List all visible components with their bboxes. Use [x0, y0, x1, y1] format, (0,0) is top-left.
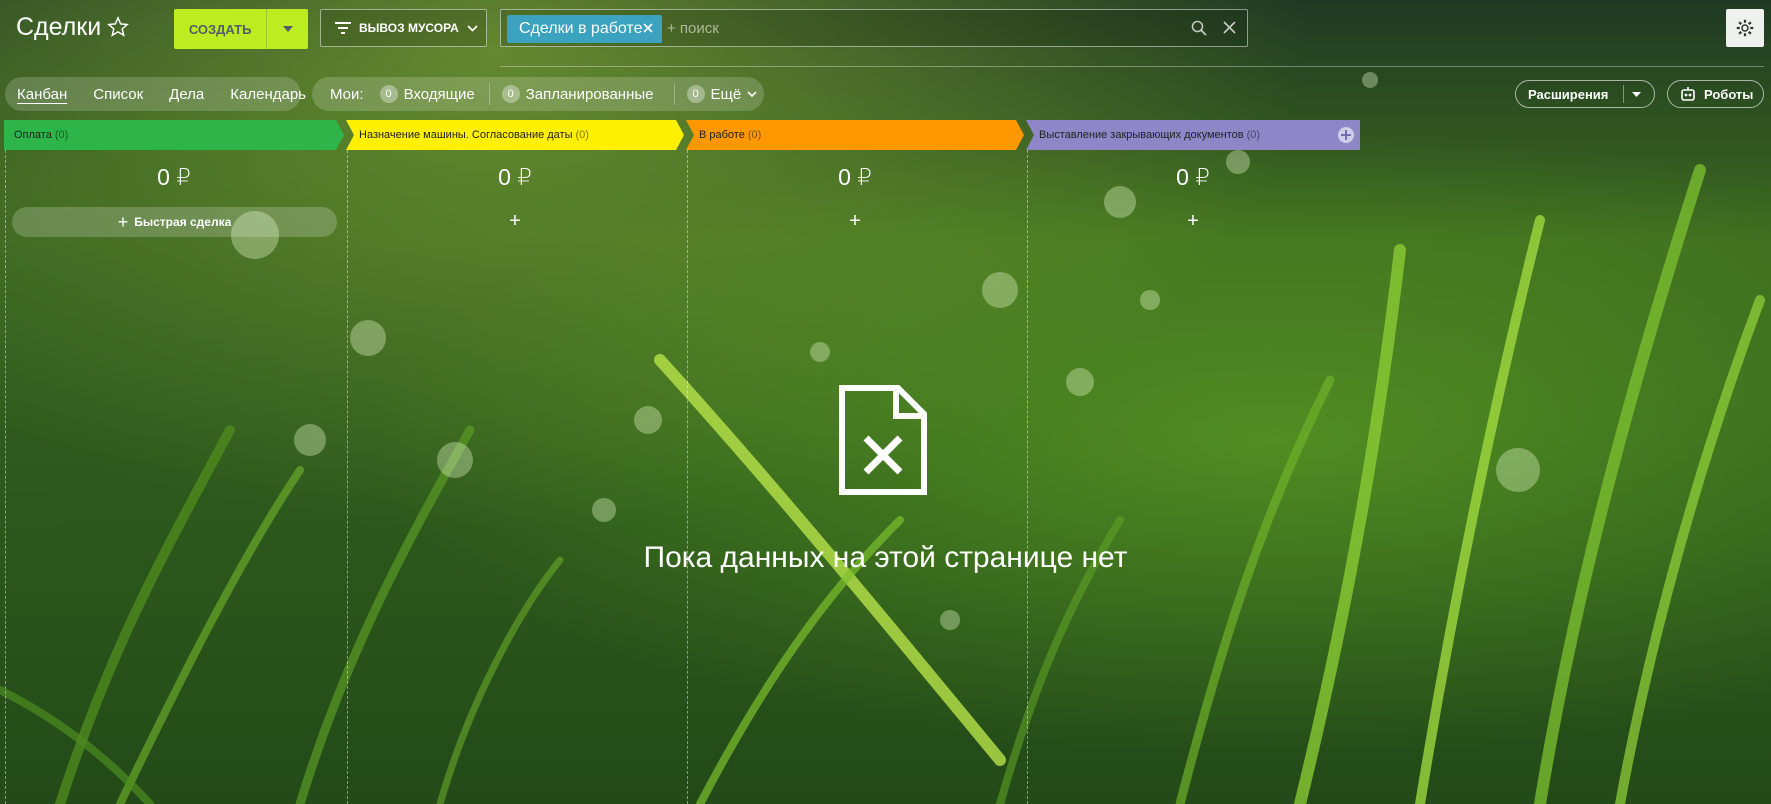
counter-incoming[interactable]: 0 Входящие [379, 85, 475, 103]
stage-sum: 0 ₽ [838, 164, 872, 190]
column-divider [1027, 150, 1028, 804]
stage-name: Оплата [14, 129, 52, 141]
counter-badge: 0 [379, 85, 398, 103]
counter-more[interactable]: 0 Ещё [686, 85, 758, 103]
chevron-down-icon [747, 91, 757, 97]
stage-header[interactable]: Назначение машины. Согласование даты (0) [346, 120, 684, 150]
category-filter-button[interactable]: ВЫВОЗ МУСОРА [320, 9, 487, 47]
kanban-column-payment: Оплата (0) 0 ₽ + Быстрая сделка [4, 120, 344, 804]
divider [488, 83, 490, 105]
stage-name: В работе [699, 129, 745, 141]
filter-preset-chip[interactable]: Сделки в работе [507, 15, 662, 43]
search-bar[interactable]: Сделки в работе + поиск [500, 9, 1248, 47]
add-deal-plus[interactable]: + [346, 210, 684, 233]
stage-count: (0) [575, 129, 589, 141]
add-stage-icon[interactable] [1337, 126, 1355, 144]
stage-sum: 0 ₽ [1176, 164, 1210, 190]
my-counters-label: Мои: [330, 85, 364, 103]
robots-label: Роботы [1704, 86, 1754, 102]
stage-count: (0) [1246, 129, 1261, 141]
view-tab-activities[interactable]: Дела [169, 86, 204, 103]
quick-deal-button[interactable]: + Быстрая сделка [12, 207, 337, 237]
stage-header[interactable]: Выставление закрывающих документов (0) [1026, 120, 1360, 150]
view-tab-list[interactable]: Список [93, 86, 143, 103]
view-tab-calendar[interactable]: Календарь [230, 86, 306, 103]
settings-button[interactable] [1726, 9, 1764, 47]
robot-icon [1681, 87, 1695, 101]
clear-search-icon[interactable] [1222, 20, 1237, 35]
counter-label: Входящие [403, 85, 475, 103]
extensions-button[interactable]: Расширения [1515, 80, 1655, 108]
kanban-column-closing-documents: Выставление закрывающих документов (0) 0… [1026, 120, 1360, 804]
remove-preset-icon[interactable] [642, 22, 654, 34]
extensions-label: Расширения [1528, 86, 1609, 102]
create-button-label: СОЗДАТЬ [188, 21, 252, 37]
category-filter-label: ВЫВОЗ МУСОРА [359, 21, 459, 35]
file-delete-icon [839, 385, 927, 495]
stage-header[interactable]: В работе (0) [686, 120, 1024, 150]
stage-sum: 0 ₽ [157, 164, 191, 190]
stage-count: (0) [54, 129, 69, 141]
chevron-down-icon [467, 24, 478, 32]
search-icon[interactable] [1191, 20, 1207, 36]
empty-state-text: Пока данных на этой странице нет [643, 541, 1128, 574]
quick-deal-label: Быстрая сделка [134, 215, 232, 229]
counter-label: Запланированные [525, 85, 654, 103]
create-button[interactable]: СОЗДАТЬ [174, 9, 308, 49]
stage-header[interactable]: Оплата (0) [4, 120, 344, 150]
add-deal-plus[interactable]: + [1026, 210, 1360, 233]
counter-planned[interactable]: 0 Запланированные [501, 85, 654, 103]
stage-name: Выставление закрывающих документов [1039, 129, 1244, 141]
robots-button[interactable]: Роботы [1667, 80, 1764, 108]
header-divider [500, 66, 1764, 67]
counter-label: Ещё [710, 85, 742, 103]
view-switcher: Канбан Список Дела Календарь [5, 77, 306, 111]
search-placeholder[interactable]: + поиск [667, 20, 719, 37]
stage-sum: 0 ₽ [498, 164, 532, 190]
divider [673, 83, 675, 105]
stage-name: Назначение машины. Согласование даты [359, 129, 573, 141]
extensions-dropdown-toggle[interactable] [1623, 85, 1641, 103]
filter-preset-label: Сделки в работе [519, 20, 643, 37]
plus-icon: + [117, 211, 129, 232]
column-divider [347, 150, 348, 804]
gear-icon [1736, 19, 1754, 37]
counter-badge: 0 [686, 85, 705, 103]
counters-panel: Мои: 0 Входящие 0 Запланированные 0 Ещё [312, 77, 764, 111]
column-divider [5, 150, 6, 804]
star-icon[interactable] [107, 16, 129, 38]
column-divider [687, 150, 688, 804]
caret-down-icon [282, 26, 293, 32]
page-title: Сделки [16, 13, 102, 41]
counter-badge: 0 [501, 85, 520, 103]
view-tab-kanban[interactable]: Канбан [17, 86, 67, 103]
kanban-column-vehicle-assignment: Назначение машины. Согласование даты (0)… [346, 120, 684, 804]
create-dropdown-toggle[interactable] [266, 9, 308, 49]
caret-down-icon [1632, 91, 1641, 97]
stage-count: (0) [747, 129, 762, 141]
add-deal-plus[interactable]: + [686, 210, 1024, 233]
filter-icon [335, 22, 351, 34]
